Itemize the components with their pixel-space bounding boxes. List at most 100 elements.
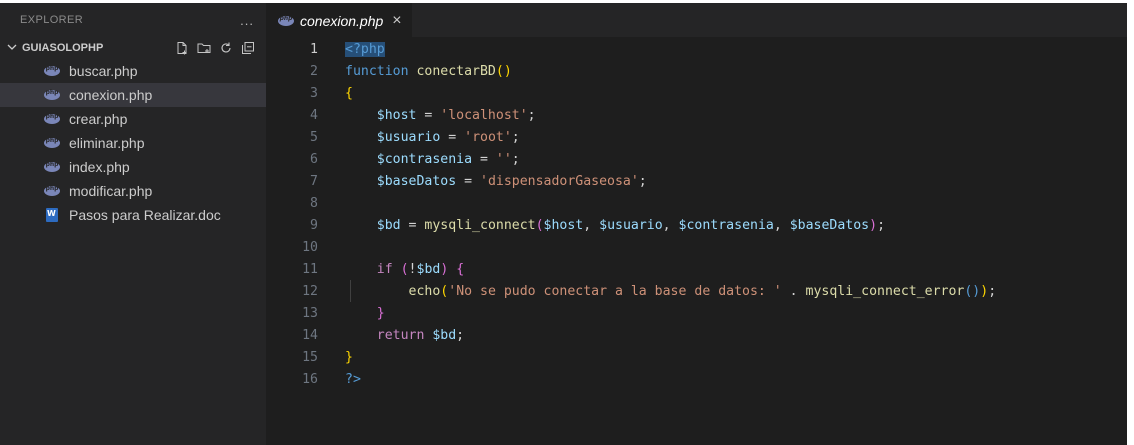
code-token: () [964,283,981,299]
code-token: $bd [432,327,457,343]
file-name: Pasos para Realizar.doc [69,207,221,223]
code-token: , [583,217,600,233]
chevron-down-icon[interactable] [6,41,22,56]
code-line[interactable]: 15} [266,346,1127,368]
file-item-pasos-doc[interactable]: Pasos para Realizar.doc [0,203,266,227]
line-content: { [345,86,353,101]
line-content: return $bd; [345,328,464,343]
code-token: = [416,107,441,123]
code-token: = [472,151,496,167]
code-token: ; [511,129,520,145]
file-item-eliminar[interactable]: eliminar.php [0,131,266,155]
line-number: 8 [310,195,318,211]
code-line[interactable]: 10 [266,236,1127,258]
file-name: conexion.php [69,87,153,103]
code-token: ( [535,217,544,233]
refresh-icon[interactable] [218,40,234,56]
php-icon [44,137,60,148]
code-token: $baseDatos [376,173,457,189]
line-number: 14 [302,327,318,343]
editor-area: conexion.php × 1 <?php 2 function conectarB… [266,3,1127,445]
new-file-icon[interactable] [174,40,190,56]
tab-label: conexion.php [300,13,384,29]
file-list: buscar.php conexion.php crear.php elimin… [0,59,266,227]
code-line[interactable]: 6 $contrasenia = ''; [266,148,1127,170]
line-content: $usuario = 'root'; [345,130,520,145]
line-content: echo('No se pudo conectar a la base de d… [345,283,997,299]
code-token: mysqli_connect [424,217,536,233]
code-token: $contrasenia [376,151,473,167]
code-token: mysqli_connect_error [805,283,965,299]
code-line[interactable]: 11 if (!$bd) { [266,258,1127,280]
php-icon [44,65,60,76]
code-token: ; [511,151,520,167]
code-token: $bd [376,217,401,233]
code-token: $host [543,217,584,233]
code-line[interactable]: 2 function conectarBD() [266,60,1127,82]
line-content: $contrasenia = ''; [345,152,520,167]
file-item-conexion[interactable]: conexion.php [0,83,266,107]
line-number: 11 [302,261,318,277]
line-content: function conectarBD() [345,64,512,79]
code-line[interactable]: 9 $bd = mysqli_connect($host, $usuario, … [266,214,1127,236]
code-line[interactable]: 1 <?php [266,38,1127,60]
file-item-modificar[interactable]: modificar.php [0,179,266,203]
collapse-icon[interactable] [240,40,256,56]
folder-header[interactable]: GUIASOLOPHP [0,37,266,59]
folder-actions [174,40,256,56]
code-line[interactable]: 5 $usuario = 'root'; [266,126,1127,148]
code-token: ) [869,217,878,233]
code-line[interactable]: 8 [266,192,1127,214]
new-folder-icon[interactable] [196,40,212,56]
code-token: () [495,63,512,79]
code-token: } [376,305,385,321]
line-content: $bd = mysqli_connect($host, $usuario, $c… [345,218,885,233]
code-line[interactable]: 13 } [266,302,1127,324]
code-line[interactable]: 16 ?> [266,368,1127,390]
file-name: buscar.php [69,63,138,79]
code-line[interactable]: 12 echo('No se pudo conectar a la base d… [266,280,1127,302]
line-number: 9 [310,217,318,233]
code-token: = [400,217,425,233]
close-icon[interactable]: × [392,12,401,30]
code-line[interactable]: 4 $host = 'localhost'; [266,104,1127,126]
line-number: 5 [310,129,318,145]
code-token: $usuario [376,129,441,145]
code-token: } [345,349,353,365]
line-content: <?php [345,41,385,57]
code-token: $host [376,107,417,123]
code-token: ; [456,327,465,343]
code-token: = [456,173,480,189]
code-token: 'No se pudo conectar a la base de datos:… [448,283,782,299]
line-number: 7 [310,173,318,189]
explorer-header: EXPLORER ... [0,3,266,37]
file-item-crear[interactable]: crear.php [0,107,266,131]
code-token: if [376,261,401,277]
explorer-title: EXPLORER [20,14,84,26]
code-editor[interactable]: 1 <?php 2 function conectarBD() 3{4 $host = … [266,37,1127,390]
more-actions-icon[interactable]: ... [240,13,254,28]
file-name: index.php [69,159,130,175]
line-number: 13 [302,305,318,321]
code-line[interactable]: 14 return $bd; [266,324,1127,346]
code-line[interactable]: 7 $baseDatos = 'dispensadorGaseosa'; [266,170,1127,192]
tab-conexion[interactable]: conexion.php × [266,3,412,38]
line-number: 15 [302,349,318,365]
code-line[interactable]: 3{ [266,82,1127,104]
code-token: ; [877,217,886,233]
code-token: echo [408,283,441,299]
code-token: $contrasenia [678,217,774,233]
line-content: } [345,350,353,365]
file-item-buscar[interactable]: buscar.php [0,59,266,83]
code-token: <?php [345,41,385,57]
tab-bar: conexion.php × [266,3,1127,38]
line-number: 3 [310,85,318,101]
file-item-index[interactable]: index.php [0,155,266,179]
